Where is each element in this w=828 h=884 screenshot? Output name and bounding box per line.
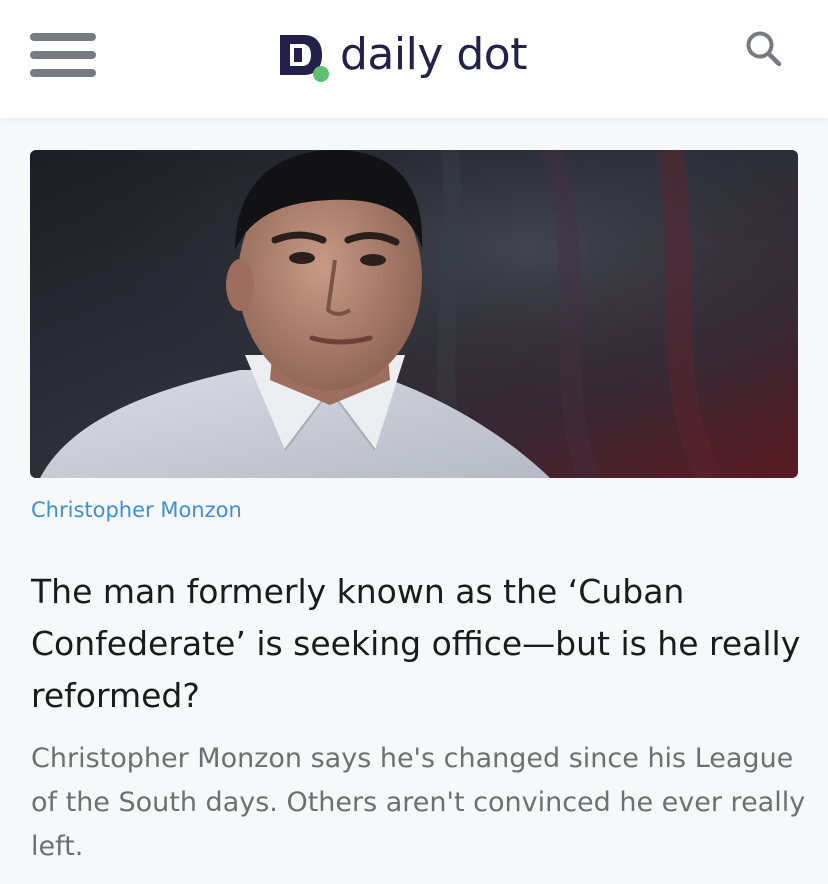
logo-wordmark: daily dot: [340, 29, 527, 80]
article-summary: Christopher Monzon says he's changed sin…: [31, 743, 806, 862]
menu-bar-line: [30, 33, 96, 41]
menu-bar-line: [30, 69, 96, 77]
article-headline[interactable]: The man formerly known as the ‘Cuban Con…: [31, 566, 801, 722]
portrait-photo: [30, 150, 798, 478]
menu-bar-line: [30, 51, 96, 59]
site-logo[interactable]: daily dot: [276, 30, 527, 84]
hamburger-menu-icon[interactable]: [30, 33, 96, 77]
photo-credit-link[interactable]: Christopher Monzon: [31, 498, 242, 522]
search-icon[interactable]: [744, 29, 784, 69]
top-navigation-bar: daily dot: [0, 0, 828, 118]
article-hero-image[interactable]: [30, 150, 798, 478]
daily-dot-logo-mark-icon: [280, 35, 329, 82]
